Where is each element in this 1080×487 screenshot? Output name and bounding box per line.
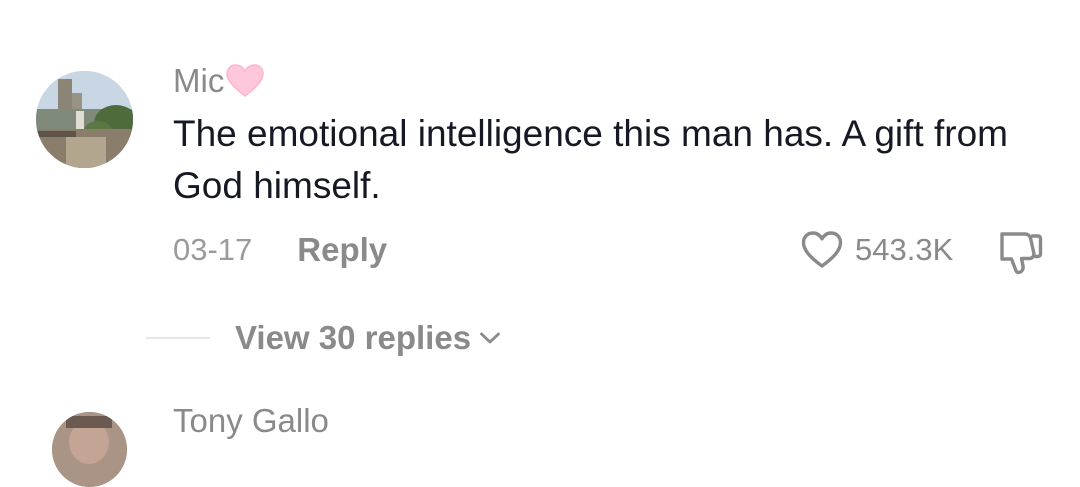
- replies-row: View 30 replies: [146, 316, 501, 360]
- thumbs-down-icon: [1000, 232, 1043, 275]
- chevron-down-icon: [480, 332, 500, 344]
- avatar-photo: [36, 71, 133, 168]
- comment-date: 03-17: [173, 232, 253, 267]
- view-replies-button[interactable]: View 30 replies: [235, 319, 501, 357]
- next-comment-avatar[interactable]: [52, 412, 127, 487]
- dislike-button[interactable]: [996, 228, 1046, 276]
- next-comment-username[interactable]: Tony Gallo: [173, 402, 329, 440]
- comment-text: The emotional intelligence this man has.…: [173, 113, 1008, 206]
- comment-item: Mic The emotional intelligence this man …: [0, 0, 1080, 432]
- username[interactable]: Mic: [173, 60, 265, 102]
- username-text: Mic: [173, 62, 225, 99]
- avatar[interactable]: [36, 71, 133, 168]
- heart-outline-icon: [801, 231, 843, 268]
- view-replies-label: View 30 replies: [235, 319, 472, 356]
- replies-divider: [146, 337, 210, 339]
- pink-heart-icon: [226, 64, 265, 97]
- like-button[interactable]: 543.3K: [800, 226, 953, 274]
- like-count: 543.3K: [855, 232, 954, 267]
- reply-button[interactable]: Reply: [297, 231, 387, 269]
- avatar-photo: [52, 412, 127, 487]
- comment-meta: 03-17 Reply: [173, 228, 387, 272]
